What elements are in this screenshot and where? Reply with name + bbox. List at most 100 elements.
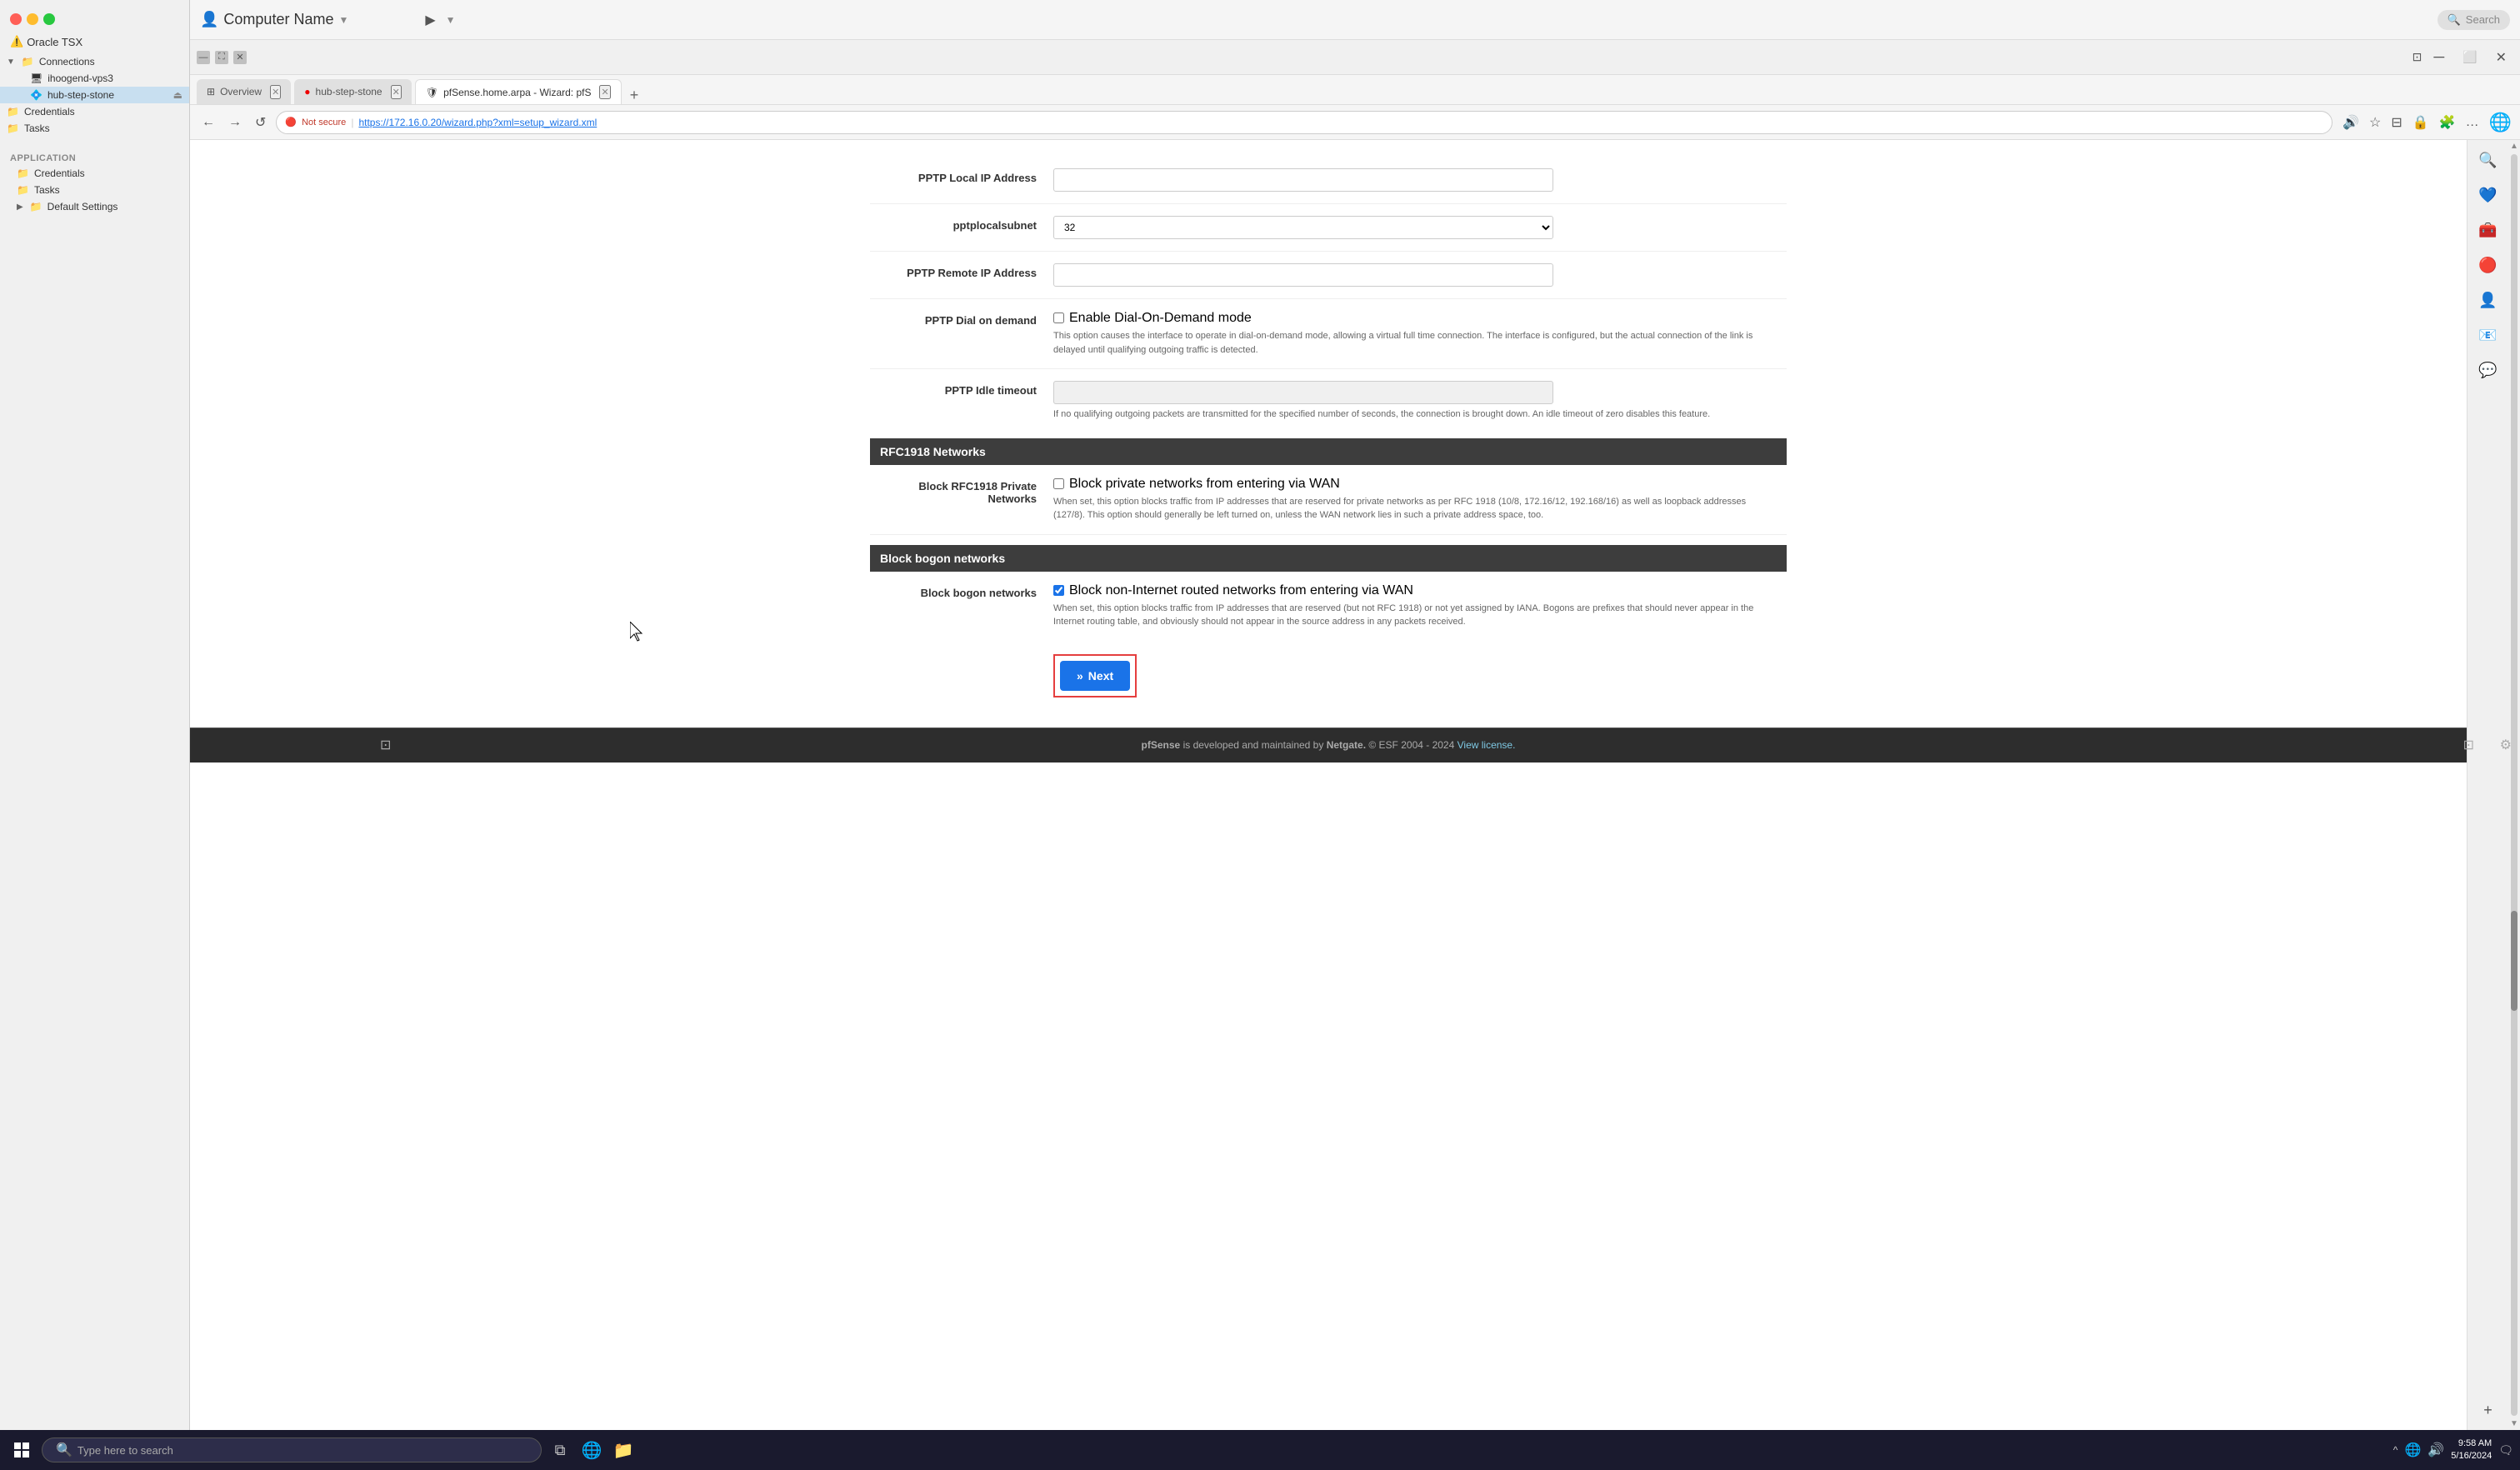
tab-hub-step-stone[interactable]: ● hub-step-stone ✕ (294, 79, 412, 104)
play-button[interactable]: ▶ (425, 12, 435, 28)
taskbar-notification-icon[interactable]: 🗨 (2498, 1443, 2513, 1458)
scroll-up-button[interactable]: ▲ (2510, 142, 2518, 151)
block-bogon-checkbox-label: Block non-Internet routed networks from … (1069, 583, 1413, 598)
scroll-thumb[interactable] (2511, 911, 2518, 1011)
next-button-area: » Next (870, 654, 1787, 698)
edge-search-icon[interactable]: 🔍 (2475, 147, 2502, 173)
connections-section: ▼ 📁 Connections 🖥 ihoogend-vps3 💠 hub-st… (0, 52, 189, 138)
pptp-dial-label: PPTP Dial on demand (870, 311, 1053, 327)
taskbar-search-bar[interactable]: 🔍 Type here to search (42, 1438, 542, 1462)
window-close-button[interactable]: ✕ (233, 51, 247, 64)
scrollbar[interactable]: ▲ ▼ (2508, 140, 2520, 1430)
new-tab-button[interactable]: + (625, 87, 644, 104)
address-bar[interactable]: 🔴 Not secure | https://172.16.0.20/wizar… (276, 111, 2332, 134)
minimize-traffic-light[interactable] (27, 13, 38, 25)
block-rfc1918-field: Block private networks from entering via… (1053, 477, 1787, 522)
split-screen-button[interactable]: ⊟ (2388, 111, 2405, 134)
pptp-remote-ip-input[interactable] (1053, 263, 1553, 287)
taskbar-speaker-icon[interactable]: 🔊 (2428, 1442, 2444, 1458)
edge-favorites-icon[interactable]: 💙 (2475, 182, 2502, 208)
block-rfc1918-row: Block RFC1918 Private Networks Block pri… (870, 465, 1787, 535)
eject-icon: ⏏ (173, 89, 182, 101)
block-bogon-help: When set, this option blocks traffic fro… (1053, 602, 1770, 629)
win-restore-btn[interactable]: ⬜ (2456, 50, 2483, 64)
sidebar-item-tasks-top[interactable]: 📁 Tasks (0, 120, 189, 137)
pptp-local-ip-row: PPTP Local IP Address (870, 157, 1787, 204)
edge-outlook-icon[interactable]: 📧 (2475, 322, 2502, 348)
tab-overview-close[interactable]: ✕ (270, 85, 281, 99)
pptp-local-subnet-row: pptplocalsubnet 32 30 29 28 27 26 25 24 (870, 204, 1787, 252)
sidebar-item-ihoogend[interactable]: 🖥 ihoogend-vps3 (0, 70, 189, 87)
scroll-track (2511, 154, 2518, 1416)
taskbar-network-icon[interactable]: 🌐 (2404, 1442, 2421, 1458)
close-traffic-light[interactable] (10, 13, 22, 25)
tab-hub-close[interactable]: ✕ (391, 85, 402, 99)
start-button[interactable] (7, 1435, 37, 1465)
scroll-down-button[interactable]: ▼ (2510, 1419, 2518, 1428)
traffic-lights (10, 13, 55, 25)
expand-default-icon: ▶ (17, 202, 23, 212)
pptp-dial-checkbox[interactable] (1053, 312, 1064, 323)
footer-icon-left[interactable]: ⊡ (380, 737, 391, 753)
pptp-local-ip-label: PPTP Local IP Address (870, 168, 1053, 184)
block-bogon-label: Block bogon networks (870, 583, 1053, 599)
edge-wallet-icon[interactable]: 👤 (2475, 287, 2502, 313)
favorites-button[interactable]: ☆ (2366, 111, 2384, 134)
tab-pfsense[interactable]: 🛡 pfSense.home.arpa - Wizard: pfS ✕ (415, 79, 622, 104)
edge-history-icon[interactable]: 🔴 (2475, 252, 2502, 278)
connection-active-icon: 💠 (30, 89, 42, 101)
browser-more-button[interactable]: … (2462, 112, 2482, 133)
address-url[interactable]: https://172.16.0.20/wizard.php?xml=setup… (358, 117, 597, 128)
play-dropdown-icon[interactable]: ▼ (446, 14, 456, 26)
taskbar-edge-icon[interactable]: 🌐 (578, 1437, 605, 1463)
block-rfc1918-checkbox[interactable] (1053, 478, 1064, 489)
view-license-link[interactable]: View license. (1458, 739, 1516, 751)
form-container: PPTP Local IP Address pptplocalsubnet 32… (853, 140, 1803, 728)
taskbar-task-view[interactable]: ⧉ (547, 1437, 573, 1463)
edge-brand-icon: 🌐 (2489, 112, 2512, 133)
add-to-browser-button[interactable]: 🔒 (2409, 111, 2432, 134)
app-title: ⚠️ Oracle TSX (0, 32, 189, 52)
next-button[interactable]: » Next (1060, 661, 1130, 691)
taskbar-search-icon: 🔍 (56, 1442, 72, 1458)
taskbar-chevron-icon[interactable]: ^ (2393, 1444, 2398, 1456)
read-aloud-button[interactable]: 🔊 (2339, 111, 2362, 134)
sidebar-item-credentials-app[interactable]: 📁 Credentials (0, 165, 189, 182)
maximize-traffic-light[interactable] (43, 13, 55, 25)
topbar-dropdown-icon[interactable]: ▼ (338, 14, 348, 26)
block-rfc1918-check-row: Block private networks from entering via… (1053, 477, 1787, 492)
win-minimize-btn[interactable]: ─ (2427, 48, 2451, 66)
pptp-local-subnet-field: 32 30 29 28 27 26 25 24 (1053, 216, 1787, 239)
pptp-remote-ip-field (1053, 263, 1787, 287)
minimize-button[interactable]: — (197, 51, 210, 64)
browser-footer: pfSense is developed and maintained by N… (190, 728, 2467, 762)
taskbar-explorer-icon[interactable]: 📁 (610, 1437, 637, 1463)
sidebar-item-hub-step-stone[interactable]: 💠 hub-step-stone ⏏ (0, 87, 189, 103)
edge-teams-icon[interactable]: 💬 (2475, 357, 2502, 383)
pptp-idle-label: PPTP Idle timeout (870, 381, 1053, 397)
block-bogon-checkbox[interactable] (1053, 585, 1064, 596)
pptp-local-ip-input[interactable] (1053, 168, 1553, 192)
forward-button[interactable]: → (225, 112, 245, 133)
next-icon: » (1077, 669, 1083, 682)
maximize-button[interactable]: ⛶ (215, 51, 228, 64)
footer-icon-right[interactable]: ⊡ (2463, 737, 2467, 753)
window-tile-button[interactable]: ⊡ (2412, 50, 2422, 64)
sidebar-item-credentials-top[interactable]: 📁 Credentials (0, 103, 189, 120)
pptp-idle-row: PPTP Idle timeout If no qualifying outgo… (870, 369, 1787, 422)
topbar-search[interactable]: 🔍 Search (2438, 10, 2510, 30)
browser-extensions-button[interactable]: 🧩 (2436, 111, 2459, 134)
refresh-button[interactable]: ↺ (252, 111, 269, 134)
win-close-btn[interactable]: ✕ (2489, 49, 2513, 66)
pptp-local-subnet-select[interactable]: 32 30 29 28 27 26 25 24 (1053, 216, 1553, 239)
edge-add-icon[interactable]: + (2475, 1397, 2502, 1423)
sidebar-item-tasks-app[interactable]: 📁 Tasks (0, 182, 189, 198)
tab-pfsense-close[interactable]: ✕ (599, 85, 610, 99)
pptp-idle-input[interactable] (1053, 381, 1553, 404)
sidebar-item-connections[interactable]: ▼ 📁 Connections (0, 53, 189, 70)
block-bogon-check-row: Block non-Internet routed networks from … (1053, 583, 1787, 598)
edge-apps-icon[interactable]: 🧰 (2475, 217, 2502, 243)
tab-overview[interactable]: ⊞ Overview ✕ (197, 79, 291, 104)
back-button[interactable]: ← (198, 112, 218, 133)
sidebar-item-default-settings[interactable]: ▶ 📁 Default Settings (0, 198, 189, 215)
